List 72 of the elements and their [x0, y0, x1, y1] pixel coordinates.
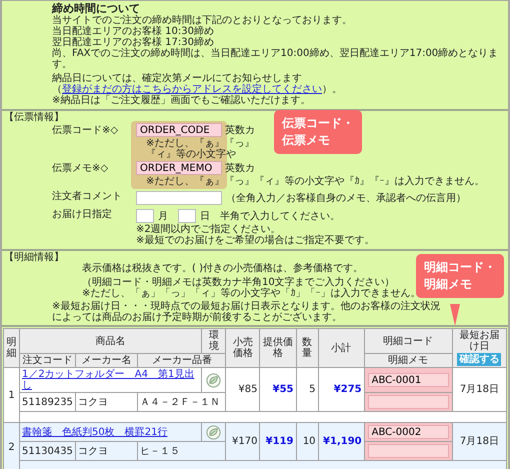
- note-text: 表示価格は税抜きです。( )付きの小売価格は、参考価格です。: [82, 263, 363, 274]
- section-heading: 【明細情報】: [3, 252, 64, 264]
- table-cell: 10: [296, 422, 318, 461]
- column-header: 明細メモ: [364, 354, 452, 368]
- input-field[interactable]: ORDER_CODE: [136, 123, 222, 138]
- leaf-icon: [206, 424, 222, 440]
- field-label: お届け日指定: [52, 209, 113, 220]
- line-code-field[interactable]: ABC-0001: [368, 373, 449, 388]
- table-cell: ¥275: [318, 368, 364, 412]
- lead-time-note: ※最短お届け日・・・現時点での最短お届け日表示となります。他のお客様の注文状況によっては商品のお届け予定時期が前後することがございます。: [52, 301, 442, 324]
- column-header: 小売価格: [226, 328, 260, 368]
- line-memo-field[interactable]: [368, 444, 449, 458]
- column-header: メーカー品番: [138, 354, 226, 368]
- table-cell: 5: [296, 368, 318, 412]
- column-header: 環境: [202, 328, 226, 354]
- hint-text: 英数カ: [224, 162, 255, 174]
- field-label: 注文者コメント: [52, 191, 123, 202]
- month-label: 月: [158, 210, 168, 222]
- notice-text: ※納品日は「ご注文履歴」画面でもご確認いただけます。: [52, 95, 310, 106]
- note-text: （明細コード・明細メモは英数カナ半角10文字までご入力ください）: [82, 277, 395, 288]
- table-cell: ¥1,190: [318, 422, 364, 461]
- notice-text: 尚、FAXでのご注文の締め時間は、当日配達エリア10:00締め、翌日配達エリア17:00締めとなります。: [52, 48, 500, 70]
- hint-text: 半角で入力してください。: [220, 210, 340, 222]
- month-field[interactable]: [136, 209, 154, 224]
- table-cell: ¥119: [260, 422, 296, 461]
- comment-field[interactable]: [136, 191, 222, 206]
- table-cell: ¥55: [260, 368, 296, 412]
- note-text: ※ただし、『ぁ』『っ』『ィ』等の小文字や: [145, 138, 256, 160]
- delivery-note: 納品日については、確定次第メールにてお知らせします（登録がまだの方はこちらからアドレスを設定してください）。: [52, 73, 343, 96]
- day-field[interactable]: [178, 209, 196, 224]
- hint-text: （全角入力／お客様自身のメモ、承認者への伝言用）: [226, 192, 466, 204]
- day-label: 日: [200, 210, 210, 222]
- note-text: ※2週間以内でご指定ください。: [136, 224, 281, 236]
- column-header: 明細: [4, 328, 20, 368]
- pointer-icon: [450, 304, 460, 326]
- table-cell: 7月18日: [452, 368, 506, 412]
- column-header: 商品名: [20, 328, 202, 354]
- column-header: 数量: [296, 328, 318, 368]
- table-cell: Ａ４－２Ｆ－１Ｎ: [138, 392, 226, 412]
- line-memo-field[interactable]: [368, 395, 449, 410]
- notice-text: 当サイトでのご注文の締め時間は下記のとおりとなっております。: [52, 15, 352, 26]
- column-header: 注文コード: [20, 354, 76, 368]
- field-label: 伝票コード※◇: [52, 124, 120, 136]
- section-heading: 【伝票情報】: [3, 112, 64, 124]
- settings-link[interactable]: 登録がまだの方はこちらからアドレスを設定してください: [62, 84, 322, 96]
- table-cell: 51130435: [20, 442, 76, 461]
- input-field[interactable]: ORDER_MEMO: [136, 161, 222, 176]
- notice-text: 当日配達エリアのお客様 10:30締め: [52, 26, 214, 38]
- notice-title: 締め時間について: [52, 3, 140, 15]
- table-cell: ヒ－１５: [138, 442, 226, 461]
- column-header: 明細コード: [364, 328, 452, 354]
- callout: 伝票コード・ 伝票メモ: [274, 110, 362, 154]
- table-cell: 2: [4, 422, 20, 469]
- field-label: 伝票メモ※◇: [52, 162, 110, 174]
- table-cell: コクヨ: [76, 442, 138, 461]
- table-cell: ¥170: [226, 422, 260, 461]
- column-header: 最短お届け日: [458, 330, 500, 352]
- note-text: ※ただし、『ぁ』『っ』『ィ』等の小文字や『ｶ』『ｰ』は入力できません。: [145, 176, 484, 188]
- notice-text: 翌日配達エリアのお客様 17:30締め: [52, 37, 214, 48]
- column-header: 提供価格: [260, 328, 296, 368]
- leaf-icon: [206, 372, 222, 388]
- note-text: ※最短でのお届けをご希望の場合はご指定不要です。: [136, 235, 374, 246]
- column-header: 小計: [318, 328, 364, 368]
- column-header: メーカー名: [76, 354, 138, 368]
- table-cell: コクヨ: [76, 392, 138, 412]
- table-cell: 1: [4, 368, 20, 423]
- table-cell: ¥85: [226, 368, 260, 412]
- hint-text: 英数カ: [224, 124, 255, 136]
- callout: 明細コード・ 明細メモ: [416, 254, 504, 298]
- table-cell: 51189235: [20, 392, 76, 412]
- table-cell: 7月18日: [452, 422, 506, 461]
- line-code-field[interactable]: ABC-0002: [368, 425, 449, 440]
